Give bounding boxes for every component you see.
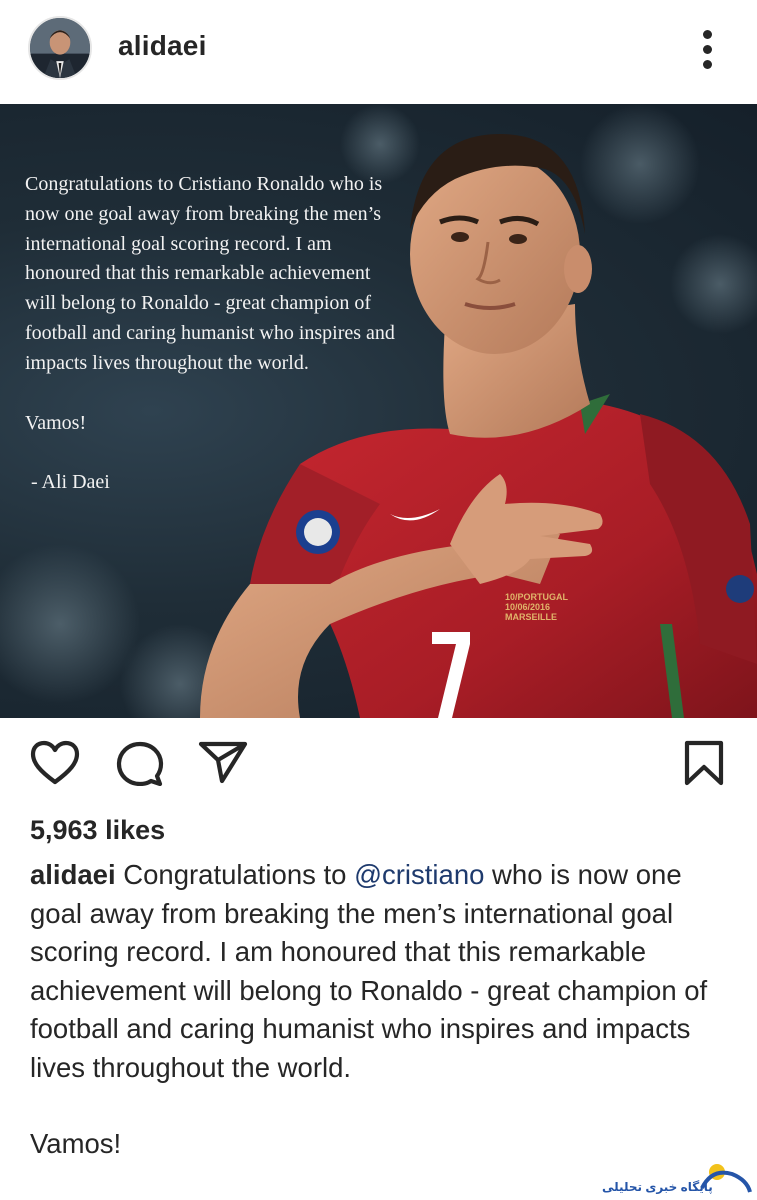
comment-icon	[116, 741, 164, 786]
header-username[interactable]: alidaei	[118, 30, 207, 62]
post-caption: alidaei Congratulations to @cristiano wh…	[30, 856, 740, 1164]
like-button[interactable]	[30, 740, 80, 786]
save-button[interactable]	[684, 740, 724, 786]
shirt-text-2: 10/06/2016	[505, 602, 550, 612]
send-icon	[198, 741, 248, 784]
heart-icon	[30, 740, 80, 785]
likes-count[interactable]: 5,963 likes	[30, 815, 165, 846]
caption-text-2: who is now one goal away from breaking t…	[30, 859, 708, 1083]
more-dot	[703, 45, 712, 54]
shirt-text-1: 10/PORTUGAL	[505, 592, 569, 602]
caption-mention[interactable]: @cristiano	[354, 859, 484, 890]
more-dot	[703, 60, 712, 69]
post-header: alidaei	[0, 0, 757, 104]
quote-signature: - Ali Daei	[31, 471, 110, 494]
caption-closing: Vamos!	[30, 1128, 122, 1159]
quote-text: Congratulations to Cristiano Ronaldo who…	[25, 173, 395, 374]
avatar-photo	[30, 18, 90, 78]
avatar[interactable]	[28, 16, 92, 80]
watermark-logo: پایگاه خبری تحلیلی	[602, 1162, 752, 1198]
shirt-text-3: MARSEILLE	[505, 612, 557, 622]
more-options-button[interactable]	[692, 28, 724, 72]
quote-closing: Vamos!	[25, 411, 87, 434]
bookmark-icon	[684, 740, 724, 786]
image-quote: Congratulations to Cristiano Ronaldo who…	[25, 170, 405, 498]
comment-button[interactable]	[116, 740, 164, 786]
more-vertical-icon	[703, 30, 712, 39]
watermark-text: پایگاه خبری تحلیلی	[602, 1180, 713, 1194]
caption-username[interactable]: alidaei	[30, 859, 116, 890]
caption-text-1: Congratulations to	[115, 859, 355, 890]
post-image[interactable]: 10/PORTUGAL 10/06/2016 MARSEILLE 7 Congr…	[0, 104, 757, 718]
share-button[interactable]	[198, 740, 248, 784]
